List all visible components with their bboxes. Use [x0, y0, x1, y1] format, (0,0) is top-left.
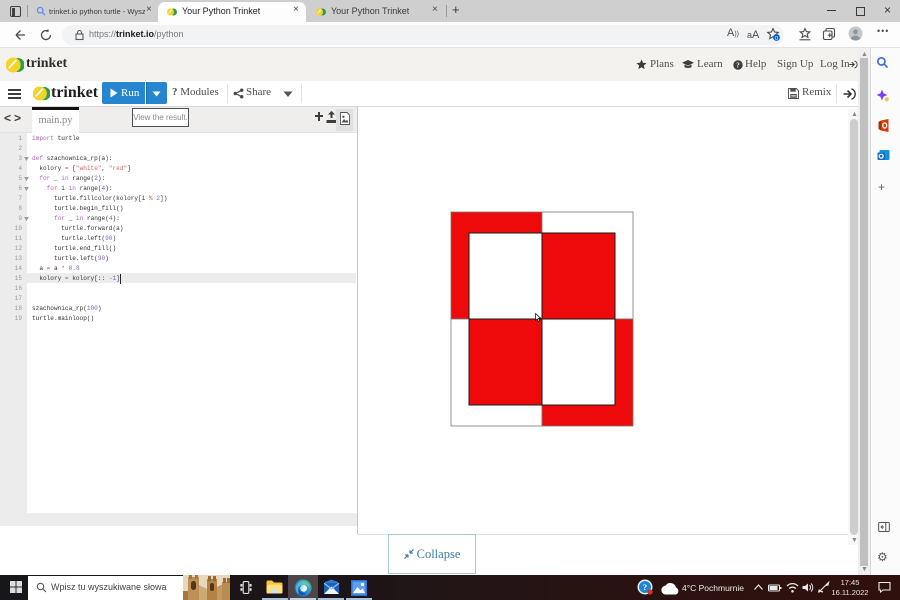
- svg-text:?: ?: [643, 582, 647, 592]
- svg-text:0: 0: [775, 36, 778, 41]
- svg-text:?: ?: [736, 62, 740, 70]
